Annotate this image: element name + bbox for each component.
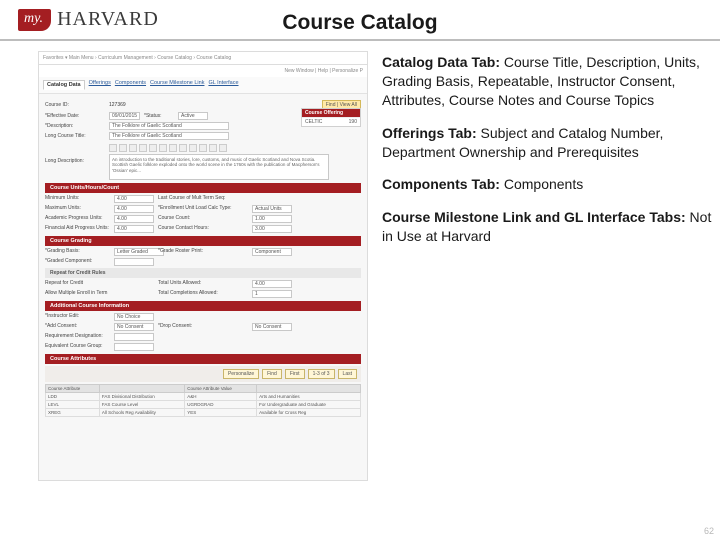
instructor-edit-label: *Instructor Edit: xyxy=(45,313,110,321)
drop-consent-label: *Drop Consent: xyxy=(158,323,248,331)
acad-prog-label: Academic Progress Units: xyxy=(45,215,110,223)
grade-roster-select[interactable]: Component xyxy=(252,248,292,256)
logo-badge: my. xyxy=(18,9,51,31)
repeat-credit-label: Repeat for Credit xyxy=(45,280,110,288)
attr-header-2: Course Attribute Value xyxy=(185,385,257,393)
tab-strip: Catalog Data Offerings Components Course… xyxy=(39,77,367,94)
table-row: XREGAll Schools Reg Availability YESAvai… xyxy=(46,409,361,417)
description-column: Catalog Data Tab: Course Title, Descript… xyxy=(382,51,712,481)
finaid-label: Financial Aid Progress Units: xyxy=(45,225,110,233)
status-label: *Status: xyxy=(144,113,174,119)
section-additional: Additional Course Information xyxy=(45,301,361,311)
effective-date-label: *Effective Date: xyxy=(45,113,105,119)
total-units-allowed-input[interactable]: 4.00 xyxy=(252,280,292,288)
catalog-data-desc: Catalog Data Tab: Course Title, Descript… xyxy=(382,53,712,110)
personalize-button[interactable]: Personalize xyxy=(223,369,259,379)
tab-components[interactable]: Components xyxy=(115,80,146,90)
logo-wordmark: HARVARD xyxy=(57,8,159,31)
table-row: LEVLFAS Course Level UGRDGRADFor Undergr… xyxy=(46,401,361,409)
course-id-label: Course ID: xyxy=(45,102,105,108)
grade-roster-label: *Grade Roster Print: xyxy=(158,248,248,256)
total-units-allowed-label: Total Units Allowed: xyxy=(158,280,248,288)
grading-basis-select[interactable]: Letter Graded xyxy=(114,248,164,256)
section-grading: Course Grading xyxy=(45,236,361,246)
tab-course-milestone-link[interactable]: Course Milestone Link xyxy=(150,80,204,90)
catalog-screenshot: Favorites ▾ Main Menu › Curriculum Manag… xyxy=(38,51,368,481)
finaid-input[interactable]: 4.00 xyxy=(114,225,154,233)
equiv-group-label: Equivalent Course Group: xyxy=(45,343,110,351)
max-units-label: Maximum Units: xyxy=(45,205,110,213)
long-desc-textarea[interactable]: An introduction to the traditional stori… xyxy=(109,154,329,180)
course-offering-box: Course Offering CELTIC 190 xyxy=(301,108,361,127)
min-units-label: Minimum Units: xyxy=(45,195,110,203)
status-select[interactable]: Active xyxy=(178,112,208,120)
content-row: Favorites ▾ Main Menu › Curriculum Manag… xyxy=(0,51,720,481)
allow-mult-enroll-label: Allow Multiple Enroll in Term xyxy=(45,290,110,298)
add-consent-select[interactable]: No Consent xyxy=(114,323,154,331)
grading-basis-label: *Grading Basis: xyxy=(45,248,110,256)
enrl-calc-select[interactable]: Actual Units xyxy=(252,205,292,213)
req-desig-input[interactable] xyxy=(114,333,154,341)
total-completions-input[interactable]: 1 xyxy=(252,290,292,298)
components-desc: Components Tab: Components xyxy=(382,175,712,194)
effective-date-input[interactable]: 09/01/2015 xyxy=(109,112,140,120)
divider xyxy=(0,39,720,41)
max-units-input[interactable]: 4.00 xyxy=(114,205,154,213)
min-units-input[interactable]: 4.00 xyxy=(114,195,154,203)
long-desc-label: Long Description: xyxy=(45,158,105,164)
find-button[interactable]: Find xyxy=(262,369,282,379)
course-count-input[interactable]: 1.00 xyxy=(252,215,292,223)
milestone-gl-desc: Course Milestone Link and GL Interface T… xyxy=(382,208,712,246)
instructor-edit-select[interactable]: No Choice xyxy=(114,313,154,321)
total-completions-label: Total Completions Allowed: xyxy=(158,290,248,298)
window-links[interactable]: New Window | Help | Personalize P xyxy=(285,68,363,74)
table-row: LDDFAS Divisional Distribution A&HArts a… xyxy=(46,393,361,401)
enrl-calc-label: *Enrollment Unit Load Calc Type: xyxy=(158,205,248,213)
offering-subject: CELTIC xyxy=(305,119,322,125)
breadcrumb: Favorites ▾ Main Menu › Curriculum Manag… xyxy=(43,55,231,61)
tab-catalog-data[interactable]: Catalog Data xyxy=(43,80,85,90)
long-title-input[interactable]: The Folklore of Gaelic Scotland xyxy=(109,132,229,140)
offering-number: 190 xyxy=(349,119,357,125)
first-button[interactable]: First xyxy=(285,369,305,379)
drop-consent-select[interactable]: No Consent xyxy=(252,323,292,331)
graded-component-select[interactable] xyxy=(114,258,154,266)
last-course-label: Last Course of Mult Term Seq: xyxy=(158,195,248,203)
description-input[interactable]: The Folklore of Gaelic Scotland xyxy=(109,122,229,130)
tab-offerings[interactable]: Offerings xyxy=(89,80,111,90)
equiv-group-input[interactable] xyxy=(114,343,154,351)
pager-label: 1-3 of 3 xyxy=(308,369,335,379)
section-attributes: Course Attributes xyxy=(45,354,361,364)
contact-hours-label: Course Contact Hours: xyxy=(158,225,248,233)
add-consent-label: *Add Consent: xyxy=(45,323,110,331)
richtext-toolbar[interactable] xyxy=(109,142,329,154)
contact-hours-input[interactable]: 3.00 xyxy=(252,225,292,233)
req-desig-label: Requirement Designation: xyxy=(45,333,110,341)
course-count-label: Course Count: xyxy=(158,215,248,223)
course-offering-header: Course Offering xyxy=(302,109,360,117)
slide-number: 62 xyxy=(704,526,714,536)
long-title-label: Long Course Title: xyxy=(45,133,105,139)
course-id-value: 127369 xyxy=(109,102,126,108)
attr-header-1: Course Attribute xyxy=(46,385,100,393)
description-label: *Description: xyxy=(45,123,105,129)
section-repeat: Repeat for Credit Rules xyxy=(45,268,361,278)
offerings-desc: Offerings Tab: Subject and Catalog Numbe… xyxy=(382,124,712,162)
attributes-table: Course Attribute Course Attribute Value … xyxy=(45,384,361,417)
last-button[interactable]: Last xyxy=(338,369,357,379)
section-units: Course Units/Hours/Count xyxy=(45,183,361,193)
tab-gl-interface[interactable]: GL Interface xyxy=(208,80,238,90)
graded-component-label: *Graded Component: xyxy=(45,258,110,266)
acad-prog-input[interactable]: 4.00 xyxy=(114,215,154,223)
